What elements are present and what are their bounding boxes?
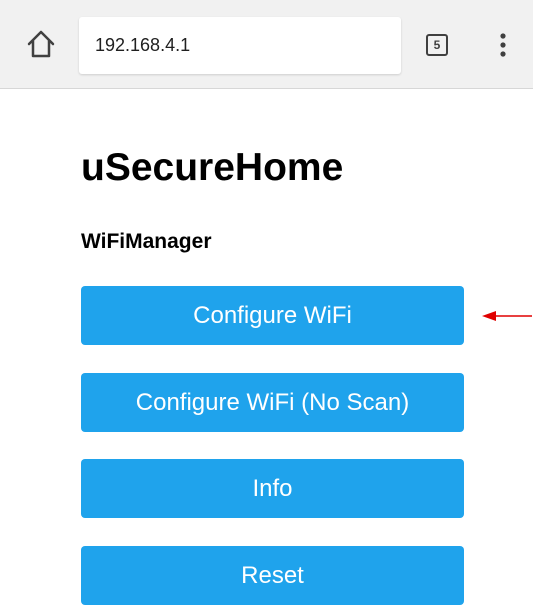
home-icon[interactable]: [26, 29, 56, 59]
page-title: uSecureHome: [81, 146, 344, 189]
more-vert-icon[interactable]: [495, 32, 511, 58]
info-button[interactable]: Info: [81, 459, 464, 518]
address-bar[interactable]: 192.168.4.1: [79, 17, 401, 74]
page-subtitle: WiFiManager: [81, 230, 212, 253]
tab-switcher-button[interactable]: 5: [426, 34, 448, 56]
browser-toolbar: 192.168.4.1 5: [0, 0, 533, 89]
configure-wifi-button[interactable]: Configure WiFi: [81, 286, 464, 345]
configure-wifi-no-scan-button[interactable]: Configure WiFi (No Scan): [81, 373, 464, 432]
annotation-arrow-icon: [482, 311, 532, 321]
url-text: 192.168.4.1: [95, 35, 191, 55]
reset-button[interactable]: Reset: [81, 546, 464, 605]
